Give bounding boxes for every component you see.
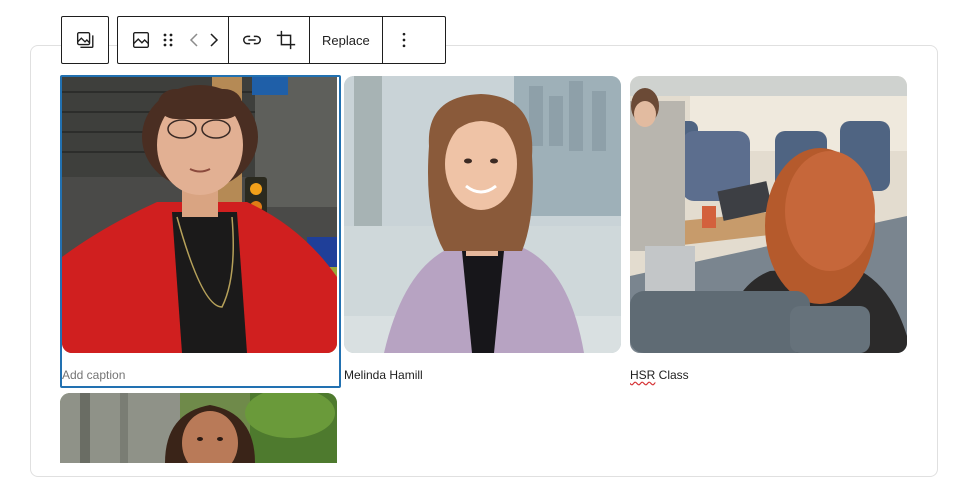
select-parent-gallery-button[interactable]: [62, 17, 108, 63]
caption-rest: Class: [655, 368, 689, 382]
gallery-switch-icon: [76, 31, 94, 49]
drag-handle-icon: [163, 33, 173, 47]
image-icon: [132, 31, 150, 49]
caption-misspelled-word: HSR: [630, 368, 656, 382]
image-block-toolbar: Replace: [117, 16, 446, 64]
replace-button[interactable]: Replace: [314, 17, 378, 63]
gallery-image-1[interactable]: [62, 77, 337, 353]
chevron-left-icon: [189, 33, 198, 47]
caption-image-2[interactable]: Melinda Hamill: [344, 368, 423, 382]
gallery-image-4[interactable]: [60, 393, 337, 463]
move-right-button[interactable]: [204, 17, 224, 63]
gallery-image-2[interactable]: [344, 76, 621, 353]
caption-image-3[interactable]: HSR Class: [630, 368, 689, 382]
crop-button[interactable]: [269, 17, 303, 63]
more-options-button[interactable]: [387, 17, 421, 63]
chevron-right-icon: [210, 33, 219, 47]
block-type-button[interactable]: [124, 17, 158, 63]
move-left-button[interactable]: [184, 17, 204, 63]
more-options-icon: [402, 32, 406, 48]
link-button[interactable]: [235, 17, 269, 63]
portrait-outdoor-image: [60, 393, 337, 463]
classroom-image: [630, 76, 907, 353]
gallery-image-3[interactable]: [630, 76, 907, 353]
crop-icon: [276, 30, 296, 50]
drag-handle[interactable]: [158, 17, 178, 63]
portrait-red-jacket-image: [62, 77, 337, 353]
link-icon: [243, 35, 261, 45]
parent-block-toolbar: [61, 16, 109, 64]
portrait-lilac-blazer-image: [344, 76, 621, 353]
caption-input-image-1[interactable]: Add caption: [62, 368, 125, 382]
